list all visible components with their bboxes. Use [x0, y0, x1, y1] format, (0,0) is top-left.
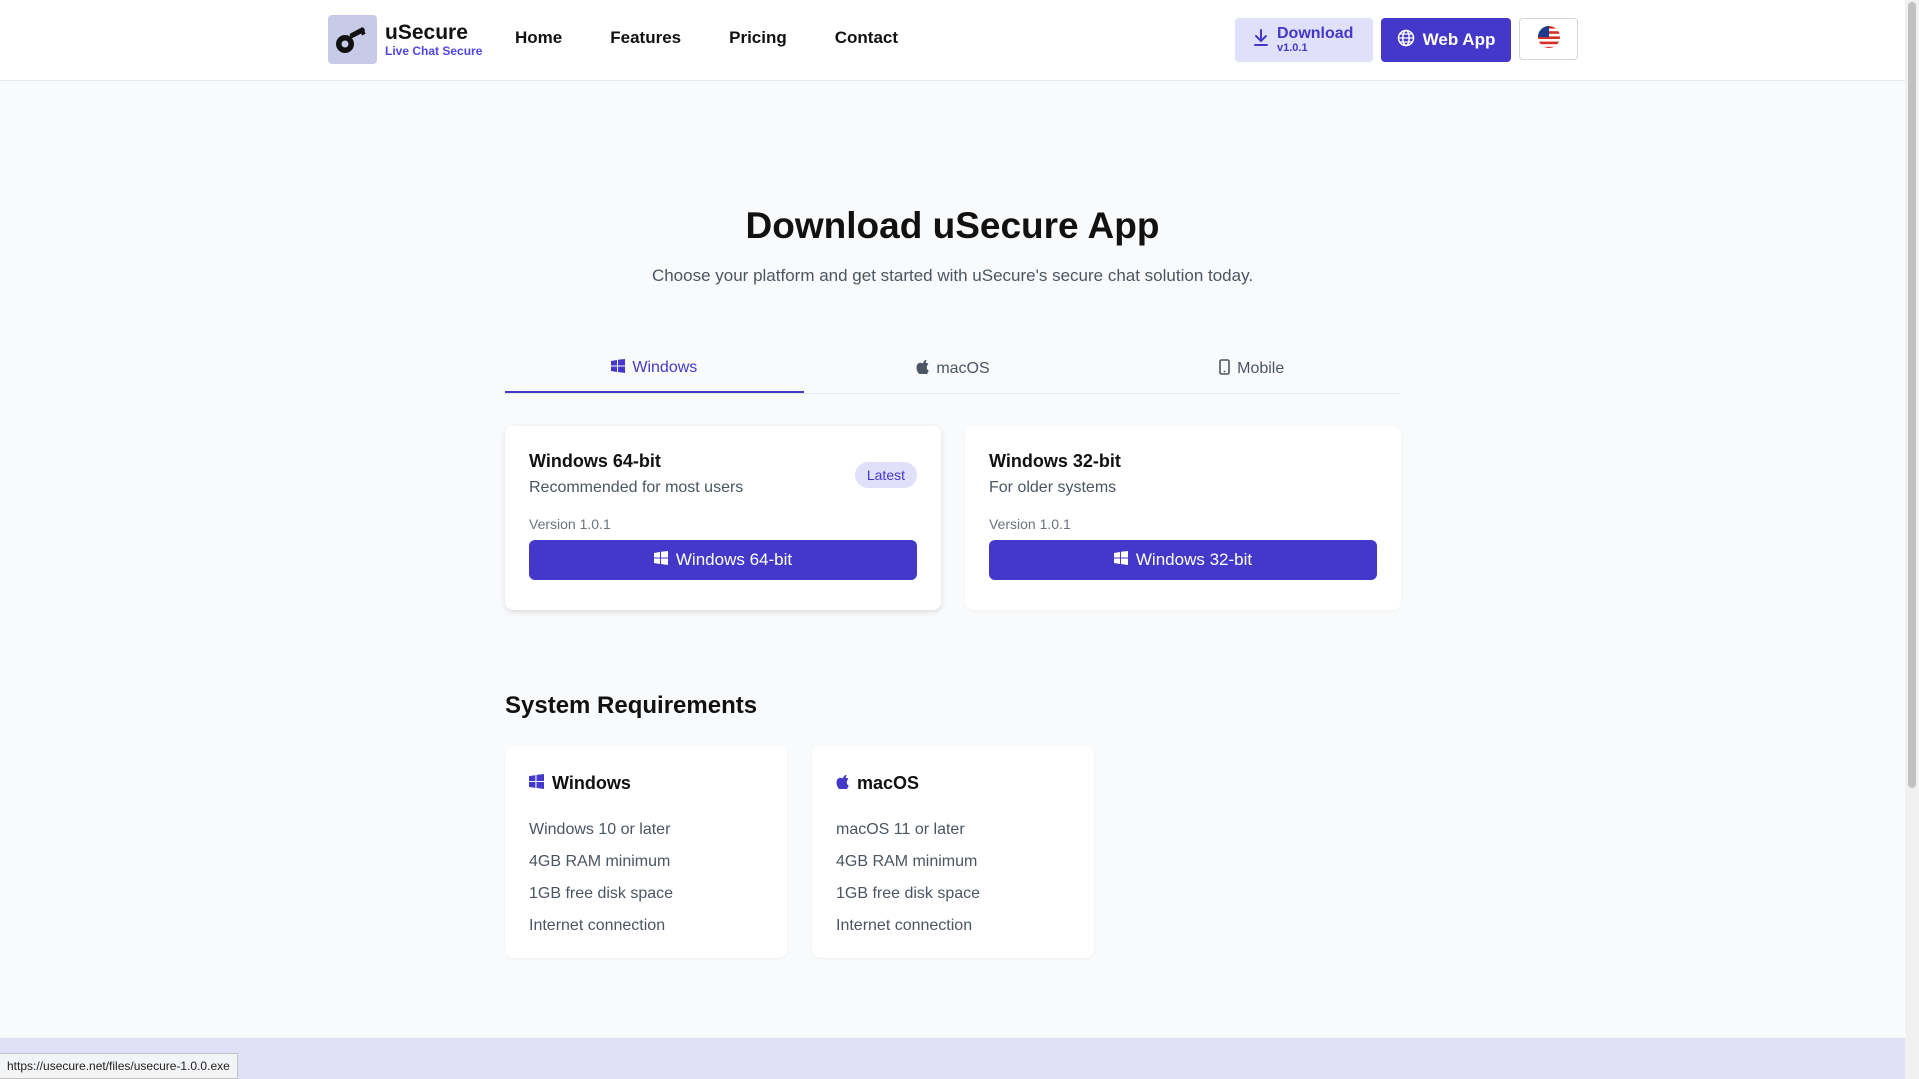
web-app-label: Web App — [1422, 30, 1496, 49]
download-icon — [1253, 28, 1269, 52]
download-label: Download — [1277, 25, 1354, 42]
top-navbar: uSecure Live Chat Secure Home Features P… — [0, 0, 1905, 81]
page-title: Download uSecure App — [745, 205, 1160, 246]
key-logo-icon — [328, 15, 377, 64]
brand-name: uSecure — [385, 21, 468, 44]
scrollbar-thumb[interactable] — [1908, 2, 1916, 788]
card-version: Version 1.0.1 — [989, 516, 1071, 532]
apple-icon — [916, 359, 930, 379]
status-bar-url: https://usecure.net/files/usecure-1.0.0.… — [0, 1053, 238, 1079]
download-card-win64: Windows 64-bit Recommended for most user… — [505, 426, 941, 610]
latest-badge: Latest — [854, 462, 917, 488]
requirements-card-macos: macOS macOS 11 or later 4GB RAM minimum … — [812, 746, 1094, 958]
download-win64-label: Windows 64-bit — [675, 550, 793, 569]
tab-windows-label: Windows — [632, 359, 698, 376]
list-item: Internet connection — [529, 917, 666, 934]
nav-home[interactable]: Home — [515, 28, 562, 48]
download-win32-button[interactable]: Windows 32-bit — [989, 540, 1377, 580]
list-item: 1GB free disk space — [529, 885, 674, 902]
web-app-button[interactable]: Web App — [1381, 18, 1511, 62]
nav-contact[interactable]: Contact — [835, 28, 898, 48]
mobile-icon — [1219, 358, 1230, 380]
requirements-heading: System Requirements — [505, 692, 758, 719]
main-nav: Home Features Pricing Contact — [515, 28, 946, 48]
brand-tagline: Live Chat Secure — [385, 44, 483, 58]
tab-macos-label: macOS — [936, 360, 990, 377]
card-title: Windows 32-bit — [989, 451, 1121, 471]
list-item: 1GB free disk space — [836, 885, 981, 902]
tab-mobile-label: Mobile — [1237, 360, 1285, 377]
language-selector[interactable] — [1519, 18, 1578, 60]
requirements-card-windows: Windows Windows 10 or later 4GB RAM mini… — [505, 746, 787, 958]
download-button[interactable]: Download v1.0.1 — [1235, 18, 1373, 62]
req-title-windows: Windows — [552, 773, 631, 793]
footer — [0, 1038, 1905, 1079]
page-subtitle: Choose your platform and get started wit… — [651, 266, 1254, 285]
windows-icon — [529, 773, 544, 794]
brand[interactable]: uSecure Live Chat Secure — [328, 15, 482, 64]
tab-macos[interactable]: macOS — [804, 345, 1103, 393]
tab-windows[interactable]: Windows — [505, 345, 804, 393]
us-flag-icon — [1537, 25, 1561, 54]
platform-tabs: Windows macOS Mobile — [505, 345, 1401, 394]
req-title-macos: macOS — [857, 773, 920, 793]
tab-mobile[interactable]: Mobile — [1102, 345, 1401, 393]
list-item: Windows 10 or later — [529, 821, 671, 838]
windows-icon — [653, 550, 668, 570]
windows-icon — [1113, 550, 1128, 570]
download-win32-label: Windows 32-bit — [1135, 550, 1253, 569]
download-card-win32: Windows 32-bit For older systems Version… — [965, 426, 1401, 610]
apple-icon — [836, 773, 849, 794]
card-description: For older systems — [989, 479, 1117, 496]
globe-icon — [1397, 29, 1415, 52]
list-item: 4GB RAM minimum — [836, 853, 978, 870]
nav-features[interactable]: Features — [610, 28, 681, 48]
list-item: Internet connection — [836, 917, 973, 934]
download-version: v1.0.1 — [1277, 42, 1308, 54]
list-item: macOS 11 or later — [836, 821, 965, 838]
card-version: Version 1.0.1 — [529, 516, 611, 532]
windows-icon — [611, 358, 626, 378]
list-item: 4GB RAM minimum — [529, 853, 671, 870]
download-win64-button[interactable]: Windows 64-bit — [529, 540, 917, 580]
nav-pricing[interactable]: Pricing — [729, 28, 787, 48]
page-scrollbar[interactable] — [1905, 0, 1919, 1079]
